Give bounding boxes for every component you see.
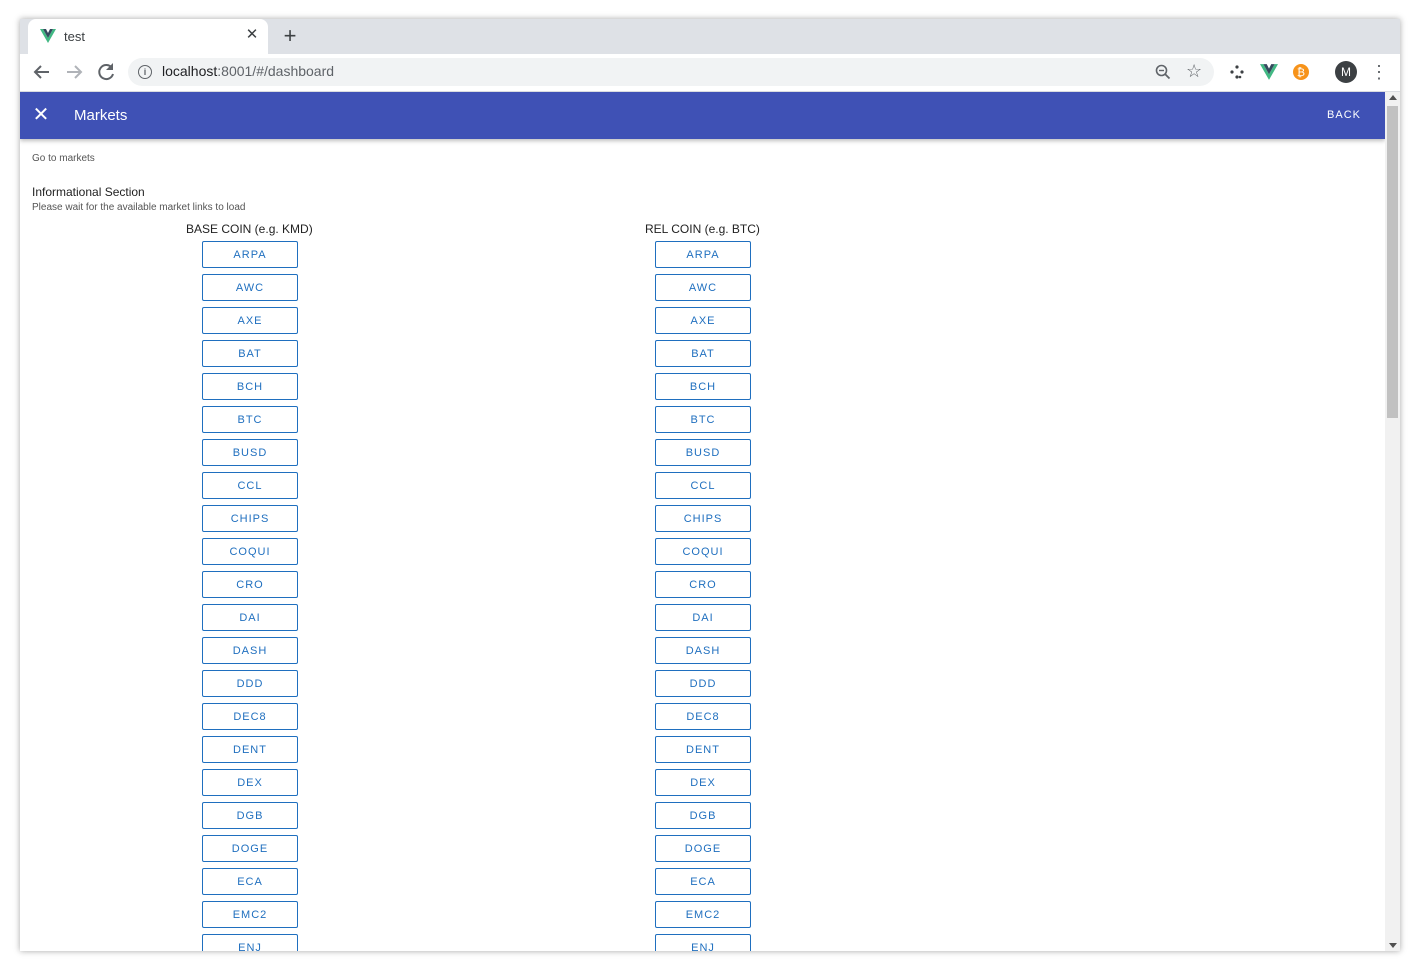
app-bar-title: Markets bbox=[74, 107, 128, 124]
rel-coin-button[interactable]: DAI bbox=[655, 604, 751, 631]
page-scrollbar[interactable] bbox=[1385, 92, 1400, 951]
rel-coin-button[interactable]: BAT bbox=[655, 340, 751, 367]
bitcoin-extension-icon[interactable]: ₿ bbox=[1292, 63, 1310, 81]
vue-logo-icon bbox=[40, 29, 56, 43]
base-coin-button[interactable]: DEX bbox=[202, 769, 298, 796]
base-coin-button[interactable]: DASH bbox=[202, 637, 298, 664]
tab-close-icon[interactable]: ✕ bbox=[244, 27, 260, 43]
url-host: localhost bbox=[162, 63, 218, 79]
rel-coin-button[interactable]: DEC8 bbox=[655, 703, 751, 730]
back-arrow-icon[interactable] bbox=[30, 60, 54, 84]
base-coin-button[interactable]: BUSD bbox=[202, 439, 298, 466]
info-section-title: Informational Section bbox=[32, 185, 145, 199]
rel-coin-button[interactable]: ARPA bbox=[655, 241, 751, 268]
base-coin-button[interactable]: DGB bbox=[202, 802, 298, 829]
profile-avatar[interactable]: M bbox=[1335, 61, 1357, 83]
base-coin-button[interactable]: AWC bbox=[202, 274, 298, 301]
tab-title: test bbox=[64, 29, 85, 44]
rel-coin-button[interactable]: BCH bbox=[655, 373, 751, 400]
rel-coin-button[interactable]: AWC bbox=[655, 274, 751, 301]
rel-coin-button[interactable]: DDD bbox=[655, 670, 751, 697]
extension-dots-icon[interactable] bbox=[1228, 63, 1246, 81]
url-text[interactable]: localhost:8001/#/dashboard bbox=[162, 63, 334, 79]
rel-coin-button[interactable]: COQUI bbox=[655, 538, 751, 565]
base-coin-list: ARPA AWC AXE BAT BCH BTC BUSD CCL CHIPS COQUI CRO D… bbox=[202, 241, 298, 951]
rel-coin-button[interactable]: CRO bbox=[655, 571, 751, 598]
rel-coin-button[interactable]: CCL bbox=[655, 472, 751, 499]
info-section-subtitle: Please wait for the available market lin… bbox=[32, 202, 246, 213]
base-coin-button[interactable]: ENJ bbox=[202, 934, 298, 951]
forward-arrow-icon[interactable] bbox=[62, 60, 86, 84]
base-coin-button[interactable]: CHIPS bbox=[202, 505, 298, 532]
rel-coin-button[interactable]: DASH bbox=[655, 637, 751, 664]
back-button[interactable]: BACK bbox=[1327, 109, 1361, 121]
scroll-down-icon[interactable] bbox=[1389, 943, 1397, 948]
bookmark-star-icon[interactable]: ☆ bbox=[1186, 61, 1202, 82]
scroll-up-icon[interactable] bbox=[1389, 95, 1397, 100]
go-to-markets-link[interactable]: Go to markets bbox=[32, 153, 95, 164]
rel-coin-button[interactable]: DGB bbox=[655, 802, 751, 829]
rel-coin-button[interactable]: EMC2 bbox=[655, 901, 751, 928]
zoom-icon[interactable] bbox=[1154, 63, 1172, 81]
rel-coin-button[interactable]: ENJ bbox=[655, 934, 751, 951]
reload-icon[interactable] bbox=[94, 60, 118, 84]
svg-text:₿: ₿ bbox=[1297, 66, 1305, 79]
base-coin-button[interactable]: DEC8 bbox=[202, 703, 298, 730]
rel-coin-button[interactable]: AXE bbox=[655, 307, 751, 334]
rel-coin-button[interactable]: BUSD bbox=[655, 439, 751, 466]
rel-coin-button[interactable]: CHIPS bbox=[655, 505, 751, 532]
base-coin-button[interactable]: DDD bbox=[202, 670, 298, 697]
base-coin-button[interactable]: AXE bbox=[202, 307, 298, 334]
base-coin-button[interactable]: COQUI bbox=[202, 538, 298, 565]
page-viewport: ✕ Markets BACK Go to markets Information… bbox=[20, 92, 1400, 951]
base-coin-header: BASE COIN (e.g. KMD) bbox=[186, 222, 313, 236]
browser-toolbar: i localhost:8001/#/dashboard ☆ ₿ M ⋮ bbox=[20, 54, 1400, 92]
base-coin-button[interactable]: DAI bbox=[202, 604, 298, 631]
scrollbar-thumb[interactable] bbox=[1387, 106, 1398, 418]
base-coin-button[interactable]: DENT bbox=[202, 736, 298, 763]
vue-devtools-icon[interactable] bbox=[1260, 63, 1278, 81]
rel-coin-button[interactable]: ECA bbox=[655, 868, 751, 895]
close-icon[interactable]: ✕ bbox=[31, 105, 51, 125]
address-bar[interactable]: i localhost:8001/#/dashboard ☆ bbox=[128, 58, 1214, 86]
rel-coin-header: REL COIN (e.g. BTC) bbox=[645, 222, 760, 236]
browser-menu-icon[interactable]: ⋮ bbox=[1370, 61, 1388, 83]
base-coin-button[interactable]: DOGE bbox=[202, 835, 298, 862]
app-bar: ✕ Markets BACK bbox=[20, 92, 1385, 139]
base-coin-button[interactable]: CCL bbox=[202, 472, 298, 499]
rel-coin-list: ARPA AWC AXE BAT BCH BTC BUSD CCL CHIPS COQUI CRO D… bbox=[655, 241, 751, 951]
base-coin-button[interactable]: CRO bbox=[202, 571, 298, 598]
base-coin-button[interactable]: BAT bbox=[202, 340, 298, 367]
rel-coin-button[interactable]: DENT bbox=[655, 736, 751, 763]
base-coin-button[interactable]: ARPA bbox=[202, 241, 298, 268]
browser-window: test ✕ + i localhost:8001/#/dashboard ☆ bbox=[20, 19, 1400, 951]
tab-strip: test ✕ + bbox=[20, 19, 1400, 54]
new-tab-icon[interactable]: + bbox=[278, 25, 302, 49]
site-info-icon[interactable]: i bbox=[138, 65, 152, 79]
browser-tab[interactable]: test ✕ bbox=[28, 19, 268, 54]
rel-coin-button[interactable]: DOGE bbox=[655, 835, 751, 862]
rel-coin-button[interactable]: BTC bbox=[655, 406, 751, 433]
url-path: :8001/#/dashboard bbox=[217, 63, 335, 79]
base-coin-button[interactable]: ECA bbox=[202, 868, 298, 895]
base-coin-button[interactable]: EMC2 bbox=[202, 901, 298, 928]
rel-coin-button[interactable]: DEX bbox=[655, 769, 751, 796]
base-coin-button[interactable]: BCH bbox=[202, 373, 298, 400]
base-coin-button[interactable]: BTC bbox=[202, 406, 298, 433]
